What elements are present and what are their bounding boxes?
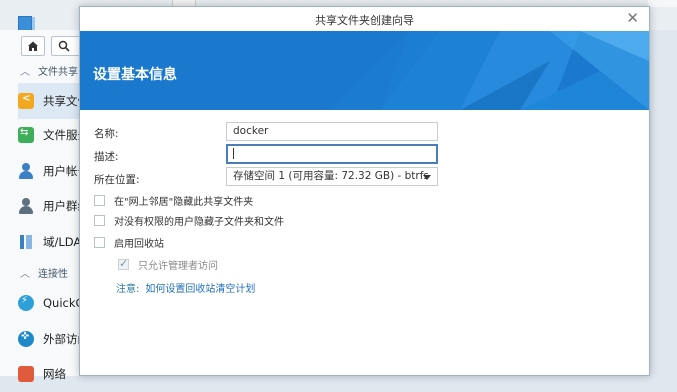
shared-folder-wizard-dialog: 共享文件夹创建向导 ✕ 设置基本信息 名称: docker 描述: 所在位置: … (79, 6, 650, 376)
search-icon (58, 40, 70, 52)
admin-only-checkbox (118, 257, 129, 270)
sidebar-item-label: 域/LDAP (43, 235, 80, 249)
sidebar-item-label: 用户帐号 (43, 164, 80, 178)
chevron-up-icon: ︿ (20, 269, 30, 280)
text-caret (233, 147, 234, 159)
location-label: 所在位置: (94, 174, 140, 186)
sidebar-item-quickconnect[interactable]: QuickConnect (18, 285, 80, 321)
network-icon (18, 366, 34, 382)
note-label: 注意: (116, 284, 140, 295)
description-label: 描述: (94, 151, 119, 163)
sidebar-item-file-services[interactable]: 文件服务 (18, 117, 80, 153)
enable-recycle-bin-checkbox[interactable] (94, 236, 105, 248)
recycle-bin-note: 注意: 如何设置回收站清空计划 (116, 280, 255, 295)
checkbox-label: 只允许管理者访问 (138, 260, 218, 272)
section-connectivity[interactable]: ︿ 连接性 (20, 265, 68, 280)
sidebar-item-label: 共享文件夹 (43, 94, 80, 108)
hide-in-network-checkbox[interactable] (94, 194, 105, 206)
user-icon (18, 163, 34, 179)
sidebar-item-label: QuickConnect (43, 296, 80, 310)
admin-only-checkbox-row: 只允许管理者访问 (118, 257, 218, 272)
sidebar-item-network[interactable]: 网络 (18, 356, 80, 392)
sidebar-item-user[interactable]: 用户帐号 (18, 153, 80, 189)
hide-subfolders-checkbox-row[interactable]: 对没有权限的用户隐藏子文件夹和文件 (94, 213, 284, 228)
home-button[interactable] (21, 36, 45, 56)
external-access-icon (18, 331, 34, 347)
shared-folder-icon (18, 93, 34, 109)
hide-subfolders-checkbox[interactable] (94, 214, 105, 226)
home-icon (28, 41, 38, 51)
group-icon (18, 198, 34, 214)
checkbox-label: 启用回收站 (114, 238, 164, 250)
sidebar-item-external-access[interactable]: 外部访问 (18, 321, 80, 357)
domain-icon (18, 234, 34, 250)
dialog-title: 共享文件夹创建向导 (315, 14, 414, 27)
location-select-value: 存储空间 1 (可用容量: 72.32 GB) - btrfs (233, 170, 429, 182)
name-label: 名称: (94, 128, 119, 140)
sidebar-item-group[interactable]: 用户群组 (18, 188, 80, 224)
description-field[interactable] (226, 144, 438, 164)
sidebar-item-label: 网络 (43, 367, 66, 381)
chevron-down-icon (423, 175, 431, 180)
recycle-bin-schedule-link[interactable]: 如何设置回收站清空计划 (145, 284, 255, 295)
background-window-edge (648, 0, 677, 7)
sidebar-item-label: 文件服务 (43, 128, 80, 142)
sidebar-item-domain[interactable]: 域/LDAP (18, 224, 80, 260)
dialog-heading: 设置基本信息 (93, 67, 177, 83)
sidebar-item-label: 外部访问 (43, 332, 80, 346)
location-select[interactable]: 存储空间 1 (可用容量: 72.32 GB) - btrfs (226, 167, 438, 186)
checkbox-label: 在"网上邻居"隐藏此共享文件夹 (114, 196, 254, 208)
close-icon[interactable]: ✕ (626, 10, 639, 26)
hide-in-network-checkbox-row[interactable]: 在"网上邻居"隐藏此共享文件夹 (94, 193, 254, 208)
section-file-sharing[interactable]: ︿ 文件共享 (20, 63, 78, 78)
sidebar-item-label: 用户群组 (43, 199, 80, 213)
dialog-titlebar[interactable]: 共享文件夹创建向导 ✕ (80, 7, 649, 32)
name-field[interactable]: docker (226, 122, 438, 141)
dialog-header-banner: 设置基本信息 (80, 31, 649, 110)
file-services-icon (18, 127, 34, 143)
sidebar-item-shared-folder[interactable]: 共享文件夹 (18, 83, 80, 119)
checkbox-label: 对没有权限的用户隐藏子文件夹和文件 (114, 216, 284, 228)
quickconnect-icon (18, 295, 34, 311)
chevron-up-icon: ︿ (20, 67, 30, 78)
enable-recycle-bin-checkbox-row[interactable]: 启用回收站 (94, 235, 164, 250)
